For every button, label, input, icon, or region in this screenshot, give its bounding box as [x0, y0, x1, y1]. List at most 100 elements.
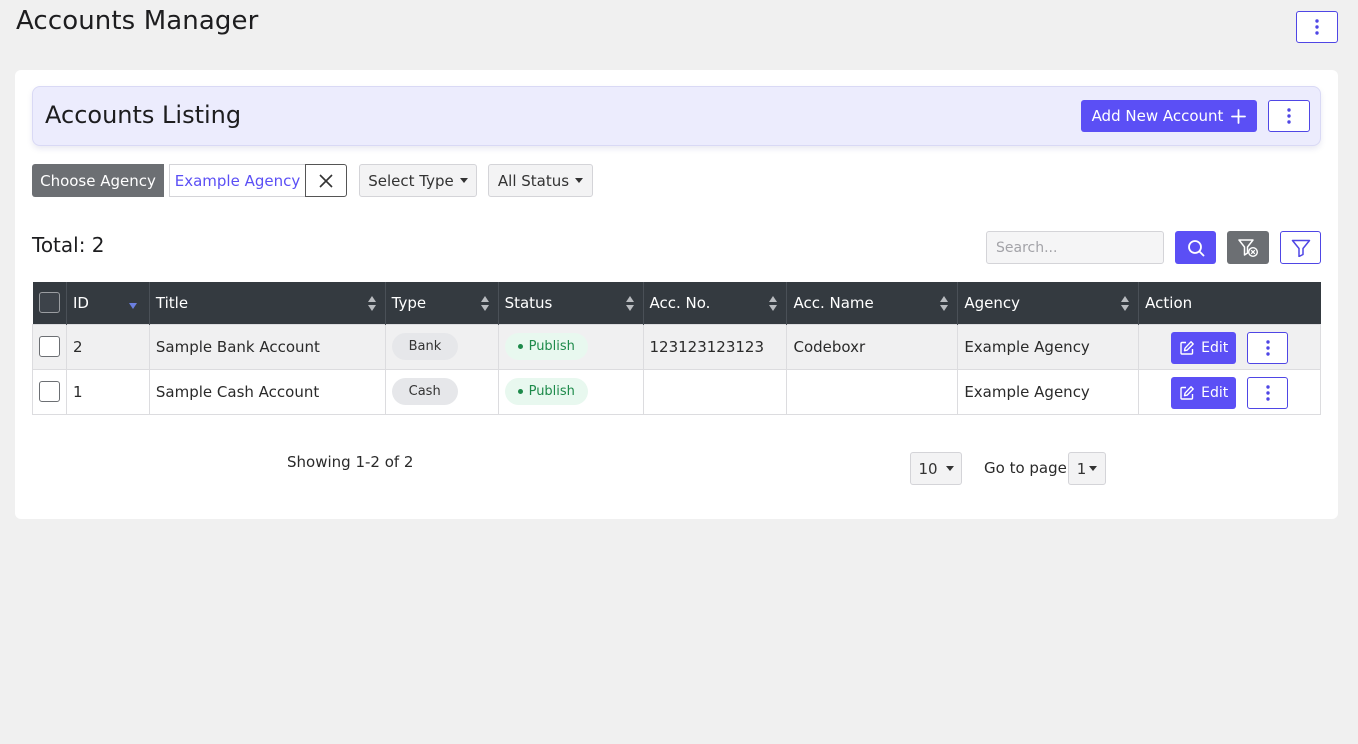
sort-icon: [1121, 296, 1130, 312]
clear-agency-button[interactable]: [305, 164, 347, 197]
kebab-vertical-icon: [1287, 108, 1291, 124]
per-page-value: 10: [918, 459, 938, 478]
column-label: Title: [155, 293, 189, 312]
sort-icon: [769, 296, 778, 312]
row-menu-button[interactable]: [1247, 331, 1289, 364]
search-icon: [1187, 239, 1204, 256]
column-header-action: Action: [1138, 282, 1321, 324]
column-label: Acc. Name: [793, 293, 874, 312]
kebab-vertical-icon: [1315, 19, 1319, 35]
caret-down-icon: [459, 178, 468, 183]
column-label: Acc. No.: [649, 293, 711, 312]
add-new-account-button[interactable]: Add New Account: [1081, 100, 1257, 132]
table-row: 2 Sample Bank Account Bank Publish 12312…: [32, 323, 1321, 370]
type-badge: Cash: [391, 378, 458, 405]
cell-id: 1: [66, 368, 150, 415]
sort-icon: [940, 296, 949, 312]
status-select-label: All Status: [497, 171, 570, 190]
cell-agency: Example Agency: [957, 368, 1140, 415]
cell-status: Publish: [497, 323, 644, 370]
status-label: Publish: [528, 339, 575, 354]
per-page-select[interactable]: 10: [910, 452, 962, 485]
column-header-title[interactable]: Title: [149, 282, 386, 324]
status-dot-icon: [517, 344, 523, 349]
column-header-acc-no[interactable]: Acc. No.: [643, 282, 788, 324]
search-input[interactable]: [986, 231, 1164, 264]
status-dot-icon: [517, 389, 523, 394]
clear-filter-button[interactable]: [1227, 231, 1269, 264]
current-page-value: 1: [1076, 459, 1087, 478]
column-label: Type: [391, 293, 427, 312]
cell-acc-no: 123123123123: [642, 323, 788, 370]
type-select[interactable]: Select Type: [359, 164, 477, 197]
cell-title: Sample Bank Account: [148, 323, 386, 370]
edit-label: Edit: [1201, 339, 1229, 356]
edit-button[interactable]: Edit: [1171, 331, 1237, 364]
filter-button[interactable]: [1280, 231, 1321, 264]
row-checkbox[interactable]: [39, 336, 60, 357]
total-count: Total: 2: [32, 233, 105, 257]
edit-button[interactable]: Edit: [1171, 376, 1237, 409]
caret-down-icon: [1089, 466, 1098, 471]
choose-agency-button[interactable]: Choose Agency: [32, 164, 164, 197]
cell-id: 2: [66, 323, 150, 370]
type-select-label: Select Type: [368, 171, 454, 190]
selected-agency[interactable]: Example Agency: [169, 164, 306, 197]
status-badge: Publish: [504, 378, 588, 405]
column-header-agency[interactable]: Agency: [957, 282, 1140, 324]
listing-menu-button[interactable]: [1268, 100, 1310, 132]
column-label: Status: [504, 293, 553, 312]
row-checkbox[interactable]: [39, 381, 60, 402]
status-badge: Publish: [504, 333, 588, 360]
caret-down-icon: [575, 178, 584, 183]
sort-icon: [480, 296, 489, 312]
sort-icon: [625, 296, 634, 312]
edit-icon: [1180, 340, 1194, 355]
edit-icon: [1180, 385, 1194, 400]
row-select-cell: [32, 368, 67, 415]
column-label: ID: [73, 293, 89, 312]
column-label: Action: [1145, 293, 1193, 312]
column-header-acc-name[interactable]: Acc. Name: [786, 282, 959, 324]
status-label: Publish: [528, 384, 575, 399]
caret-down-icon: [945, 466, 954, 471]
table-header-row: ID Title Type Status Acc. No. Acc. Name …: [32, 282, 1321, 324]
cell-action: Edit: [1138, 323, 1321, 370]
cell-acc-no: [642, 368, 788, 415]
status-select[interactable]: All Status: [488, 164, 593, 197]
cell-title: Sample Cash Account: [148, 368, 386, 415]
cell-type: Cash: [384, 368, 499, 415]
row-select-cell: [32, 323, 67, 370]
kebab-vertical-icon: [1265, 384, 1270, 401]
type-badge: Bank: [391, 333, 459, 360]
page-menu-button[interactable]: [1296, 11, 1338, 43]
row-menu-button[interactable]: [1247, 376, 1289, 409]
cell-acc-name: Codeboxr: [786, 323, 959, 370]
goto-page-label: Go to page: [984, 459, 1067, 477]
plus-icon: [1231, 108, 1247, 124]
column-label: Agency: [964, 293, 1020, 312]
showing-count: Showing 1-2 of 2: [287, 453, 414, 471]
sort-icon: [367, 296, 376, 312]
column-header-id[interactable]: ID: [66, 282, 150, 324]
filter-clear-icon: [1238, 238, 1259, 257]
add-new-account-label: Add New Account: [1091, 107, 1224, 125]
cell-acc-name: [786, 368, 959, 415]
accounts-table: ID Title Type Status Acc. No. Acc. Name …: [32, 282, 1321, 415]
cell-agency: Example Agency: [957, 323, 1140, 370]
sort-desc-icon: [128, 303, 137, 309]
select-all-checkbox[interactable]: [38, 292, 60, 314]
search-button[interactable]: [1175, 231, 1216, 264]
listing-header: Accounts Listing Add New Account: [32, 86, 1321, 146]
listing-title: Accounts Listing: [45, 101, 242, 129]
column-header-status[interactable]: Status: [498, 282, 644, 324]
column-header-type[interactable]: Type: [385, 282, 499, 324]
goto-page-select[interactable]: 1: [1068, 452, 1106, 485]
accounts-card: Accounts Listing Add New Account Choose …: [15, 70, 1338, 519]
edit-label: Edit: [1201, 384, 1229, 401]
cell-type: Bank: [384, 323, 499, 370]
cell-status: Publish: [497, 368, 644, 415]
close-icon: [319, 173, 333, 188]
select-all-header: [32, 282, 67, 324]
page-title: Accounts Manager: [16, 6, 259, 36]
